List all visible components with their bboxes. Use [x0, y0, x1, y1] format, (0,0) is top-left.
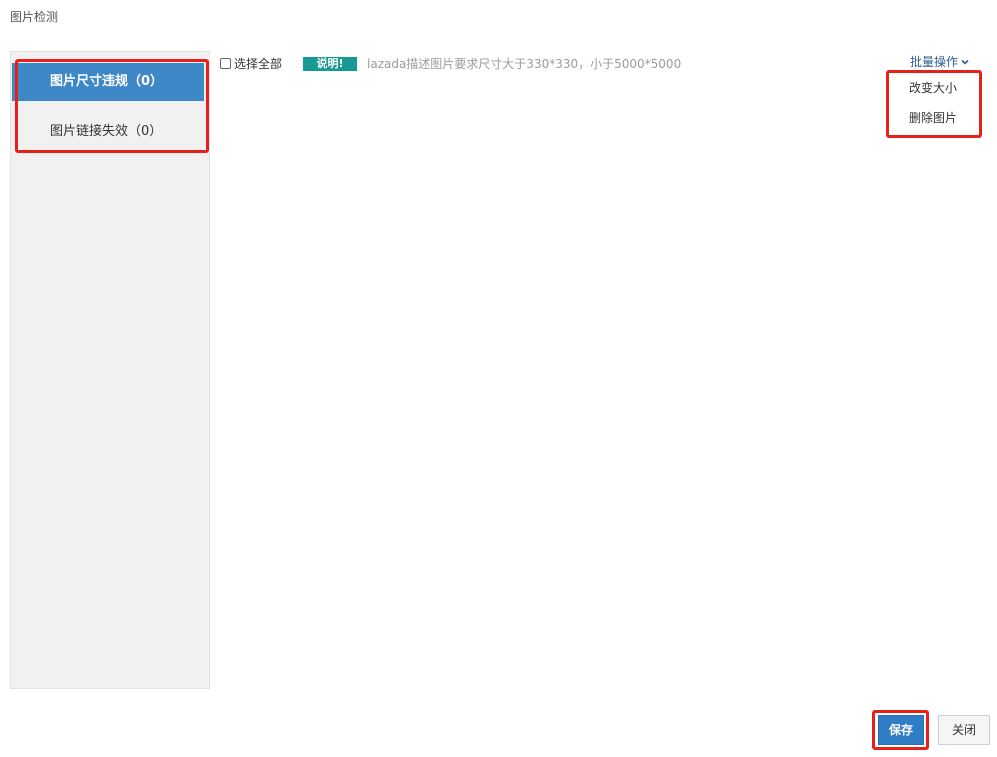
sidebar-item-broken-link[interactable]: 图片链接失效（0）	[12, 113, 204, 151]
dialog-title: 图片检测	[10, 10, 59, 24]
sidebar: 图片尺寸违规（0） 图片链接失效（0）	[10, 51, 210, 689]
batch-operations-label: 批量操作	[910, 55, 959, 69]
select-all-label: 选择全部	[234, 56, 283, 71]
chevron-down-icon	[961, 59, 969, 65]
batch-operations-menu[interactable]: 批量操作	[910, 53, 970, 71]
image-check-dialog: 图片检测 图片尺寸违规（0） 图片链接失效（0） 选择全部 说明! lazada…	[0, 0, 997, 757]
note-text: lazada描述图片要求尺寸大于330*330，小于5000*5000	[367, 57, 682, 71]
close-button[interactable]: 关闭	[938, 715, 990, 745]
select-all-checkbox[interactable]	[220, 57, 231, 69]
dropdown-item-delete-image[interactable]: 删除图片	[892, 106, 974, 130]
dropdown-item-resize[interactable]: 改变大小	[892, 76, 974, 100]
sidebar-item-size-violation[interactable]: 图片尺寸违规（0）	[12, 63, 204, 101]
note-badge: 说明!	[303, 57, 357, 71]
save-button[interactable]: 保存	[878, 715, 924, 745]
select-all[interactable]: 选择全部	[220, 54, 282, 72]
